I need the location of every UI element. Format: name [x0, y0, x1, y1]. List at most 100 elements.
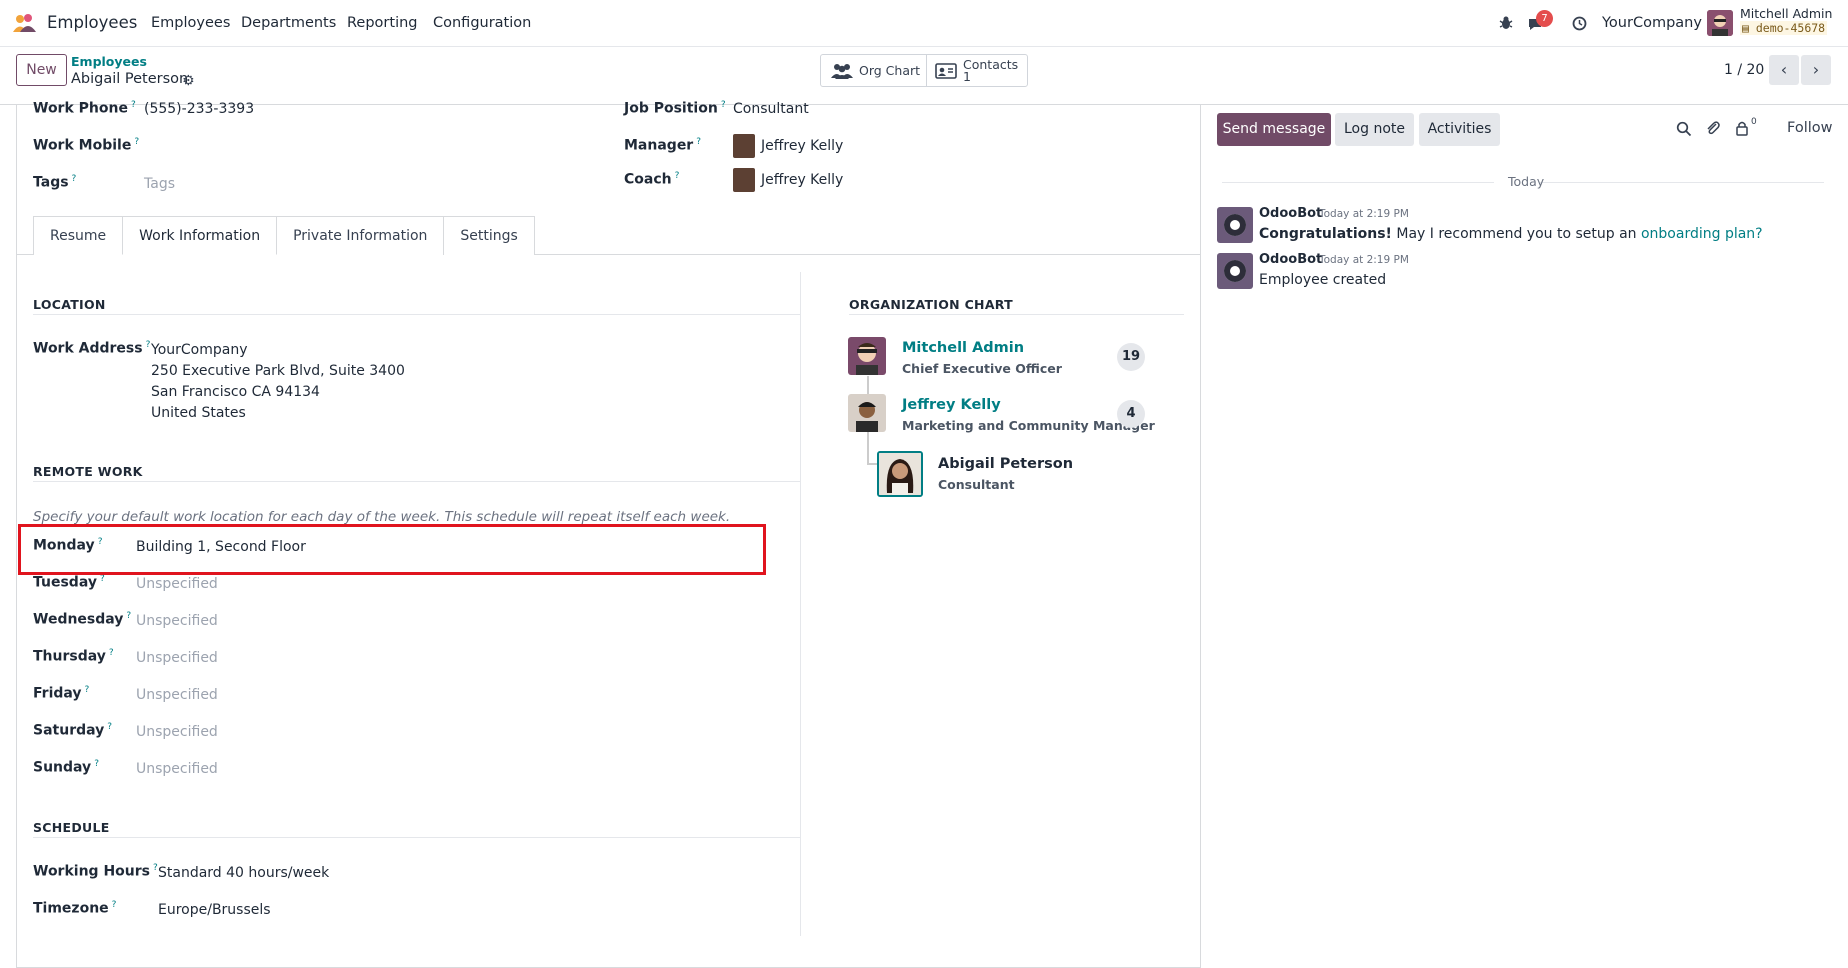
form-tabs: Resume Work Information Private Informat…	[33, 216, 535, 255]
tab-settings[interactable]: Settings	[443, 216, 535, 255]
work-phone-value[interactable]: (555)-233-3393	[144, 101, 254, 117]
help-icon[interactable]: ?	[94, 759, 99, 769]
help-icon[interactable]: ?	[696, 137, 701, 147]
help-icon[interactable]: ?	[721, 100, 726, 110]
pager-value[interactable]: 1 / 20	[1724, 62, 1764, 78]
contacts-button[interactable]: Contacts 1	[927, 55, 1018, 86]
tags-label-text: Tags	[33, 174, 69, 191]
menu-reporting[interactable]: Reporting	[347, 15, 418, 31]
org-connector	[867, 463, 877, 465]
message-time: Today at 2:19 PM	[1319, 208, 1409, 220]
user-name[interactable]: Mitchell Admin	[1740, 6, 1832, 21]
subordinates-count[interactable]: 19	[1117, 343, 1145, 371]
log-note-button[interactable]: Log note	[1335, 113, 1414, 146]
employees-app-icon[interactable]	[12, 13, 40, 33]
remote-work-section-title: REMOTE WORK	[33, 464, 143, 479]
friday-location[interactable]: Unspecified	[136, 687, 218, 703]
search-icon[interactable]	[1676, 121, 1692, 137]
sunday-label-text: Sunday	[33, 759, 92, 776]
tuesday-location[interactable]: Unspecified	[136, 576, 218, 592]
followers-count: 0	[1751, 117, 1757, 127]
onboarding-plan-link[interactable]: onboarding plan?	[1641, 226, 1763, 242]
manager-avatar	[733, 134, 755, 158]
subordinates-count[interactable]: 4	[1117, 400, 1145, 428]
work-address-value[interactable]: YourCompany 250 Executive Park Blvd, Sui…	[151, 340, 405, 424]
highlight-box	[18, 524, 766, 575]
menu-departments[interactable]: Departments	[241, 15, 336, 31]
section-divider	[33, 837, 800, 838]
org-name-link[interactable]: Mitchell Admin	[902, 340, 1024, 356]
help-icon[interactable]: ?	[126, 611, 131, 621]
help-icon[interactable]: ?	[131, 100, 136, 110]
help-icon[interactable]: ?	[134, 137, 139, 147]
org-name-link[interactable]: Jeffrey Kelly	[902, 397, 1001, 413]
coach-name: Jeffrey Kelly	[761, 172, 844, 188]
app-name[interactable]: Employees	[47, 13, 137, 32]
help-icon[interactable]: ?	[72, 174, 77, 184]
org-chart-button[interactable]: Org Chart	[821, 55, 927, 86]
lock-icon[interactable]	[1735, 120, 1749, 136]
tab-resume[interactable]: Resume	[33, 216, 124, 255]
contacts-text: Contacts 1	[963, 58, 1018, 84]
schedule-section-title: SCHEDULE	[33, 820, 110, 835]
new-button[interactable]: New	[16, 54, 67, 86]
help-icon[interactable]: ?	[100, 574, 105, 584]
org-job-title: Chief Executive Officer	[902, 361, 1062, 376]
address-line: San Francisco CA 94134	[151, 384, 320, 400]
company-switcher[interactable]: YourCompany	[1602, 15, 1702, 31]
activities-button[interactable]: Activities	[1419, 113, 1500, 146]
tab-work-information[interactable]: Work Information	[122, 216, 278, 255]
saturday-label-text: Saturday	[33, 722, 105, 739]
menu-employees[interactable]: Employees	[151, 15, 230, 31]
org-avatar-jeffrey[interactable]	[848, 394, 886, 432]
help-icon[interactable]: ?	[112, 900, 117, 910]
wednesday-label-text: Wednesday	[33, 611, 124, 628]
breadcrumb-employees[interactable]: Employees	[71, 54, 147, 69]
manager-value[interactable]: Jeffrey Kelly	[733, 134, 843, 158]
coach-value[interactable]: Jeffrey Kelly	[733, 168, 843, 192]
help-icon[interactable]: ?	[109, 648, 114, 658]
message-time: Today at 2:19 PM	[1319, 254, 1409, 266]
message-author[interactable]: OdooBot	[1259, 206, 1322, 221]
org-avatar-mitchell[interactable]	[848, 337, 886, 375]
work-mobile-label: Work Mobile?	[33, 137, 139, 154]
odoobot-avatar[interactable]	[1217, 253, 1253, 289]
sunday-label: Sunday?	[33, 759, 99, 776]
follow-button[interactable]: Follow	[1787, 120, 1832, 136]
messages-badge: 7	[1536, 10, 1553, 27]
help-icon[interactable]: ?	[107, 722, 112, 732]
help-icon[interactable]: ?	[146, 340, 151, 350]
pager-next-button[interactable]: ›	[1801, 55, 1831, 85]
manager-label: Manager?	[624, 137, 701, 154]
sunday-location[interactable]: Unspecified	[136, 761, 218, 777]
bug-icon[interactable]	[1499, 15, 1513, 31]
clock-icon[interactable]	[1572, 16, 1587, 31]
paperclip-icon[interactable]	[1705, 120, 1721, 137]
column-divider	[800, 272, 801, 936]
saturday-location[interactable]: Unspecified	[136, 724, 218, 740]
org-chart-label: Org Chart	[859, 63, 921, 78]
work-address-label-text: Work Address	[33, 340, 143, 357]
menu-configuration[interactable]: Configuration	[433, 15, 531, 31]
contacts-count: 1	[963, 68, 971, 84]
message-author[interactable]: OdooBot	[1259, 252, 1322, 267]
working-hours-label: Working Hours?	[33, 863, 158, 880]
wednesday-location[interactable]: Unspecified	[136, 613, 218, 629]
gear-icon[interactable]: ⚙	[182, 73, 195, 89]
send-message-button[interactable]: Send message	[1217, 113, 1331, 146]
help-icon[interactable]: ?	[675, 171, 680, 181]
pager-previous-button[interactable]: ‹	[1769, 55, 1799, 85]
working-hours-value[interactable]: Standard 40 hours/week	[158, 865, 329, 881]
section-divider	[33, 481, 800, 482]
message-text: May I recommend you to setup an	[1391, 226, 1641, 242]
odoobot-avatar[interactable]	[1217, 207, 1253, 243]
tags-input[interactable]: Tags	[144, 176, 175, 192]
user-avatar[interactable]	[1707, 10, 1733, 36]
timezone-value[interactable]: Europe/Brussels	[158, 902, 271, 918]
help-icon[interactable]: ?	[85, 685, 90, 695]
thursday-label-text: Thursday	[33, 648, 106, 665]
job-position-value[interactable]: Consultant	[733, 101, 809, 117]
org-job-title: Marketing and Community Manager	[902, 418, 1155, 433]
tab-private-information[interactable]: Private Information	[276, 216, 445, 255]
thursday-location[interactable]: Unspecified	[136, 650, 218, 666]
